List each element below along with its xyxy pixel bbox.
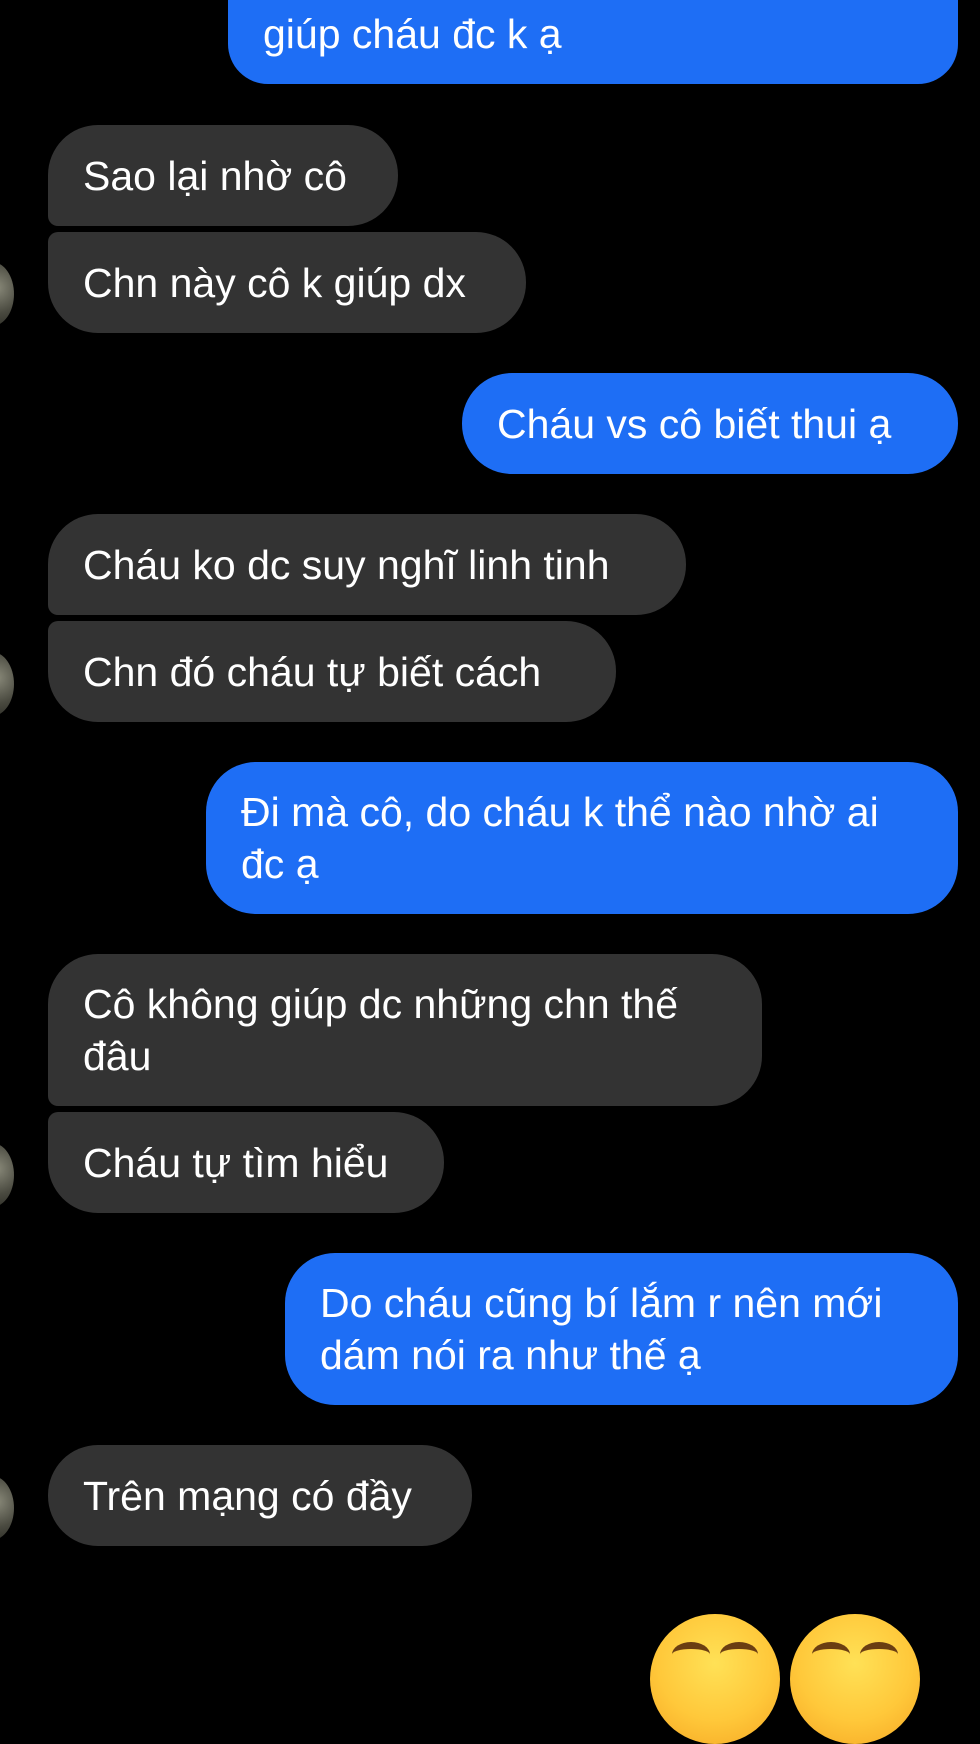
- incoming-message[interactable]: Cô không giúp dc những chn thế đâu: [48, 954, 762, 1106]
- incoming-message[interactable]: Trên mạng có đầy: [48, 1445, 472, 1546]
- message-text: Cháu tự tìm hiểu: [83, 1139, 389, 1186]
- message-text: Cháu vs cô biết thui ạ: [497, 400, 892, 447]
- eye-icon: [860, 1642, 898, 1667]
- eye-icon: [672, 1642, 710, 1667]
- eye-icon: [720, 1642, 758, 1667]
- message-text: Chn này cô k giúp dx: [83, 259, 466, 306]
- eye-icon: [812, 1642, 850, 1667]
- chat-thread: giúp cháu đc k ạ Sao lại nhờ cô Chn này …: [0, 0, 980, 1744]
- outgoing-message[interactable]: giúp cháu đc k ạ: [228, 0, 958, 84]
- incoming-message[interactable]: Chn đó cháu tự biết cách: [48, 621, 616, 722]
- incoming-message[interactable]: Cháu ko dc suy nghĩ linh tinh: [48, 514, 686, 615]
- message-text: Sao lại nhờ cô: [83, 152, 347, 199]
- incoming-message[interactable]: Cháu tự tìm hiểu: [48, 1112, 444, 1213]
- contact-avatar[interactable]: [0, 1476, 14, 1540]
- incoming-message[interactable]: Chn này cô k giúp dx: [48, 232, 526, 333]
- message-text: giúp cháu đc k ạ: [263, 11, 562, 57]
- message-text: Do cháu cũng bí lắm r nên mới dám nói ra…: [320, 1280, 883, 1378]
- contact-avatar[interactable]: [0, 1143, 14, 1207]
- outgoing-message[interactable]: Do cháu cũng bí lắm r nên mới dám nói ra…: [285, 1253, 958, 1405]
- incoming-message[interactable]: Sao lại nhờ cô: [48, 125, 398, 226]
- outgoing-message[interactable]: Đi mà cô, do cháu k thể nào nhờ ai đc ạ: [206, 762, 958, 914]
- smiling-emoji-icon[interactable]: [650, 1614, 780, 1744]
- smiling-emoji-icon[interactable]: [790, 1614, 920, 1744]
- contact-avatar[interactable]: [0, 652, 14, 716]
- message-text: Cô không giúp dc những chn thế đâu: [83, 981, 679, 1079]
- message-text: Chn đó cháu tự biết cách: [83, 648, 542, 695]
- contact-avatar[interactable]: [0, 262, 14, 326]
- message-text: Trên mạng có đầy: [83, 1472, 412, 1519]
- message-text: Đi mà cô, do cháu k thể nào nhờ ai đc ạ: [241, 789, 879, 887]
- outgoing-message[interactable]: Cháu vs cô biết thui ạ: [462, 373, 958, 474]
- message-text: Cháu ko dc suy nghĩ linh tinh: [83, 541, 610, 588]
